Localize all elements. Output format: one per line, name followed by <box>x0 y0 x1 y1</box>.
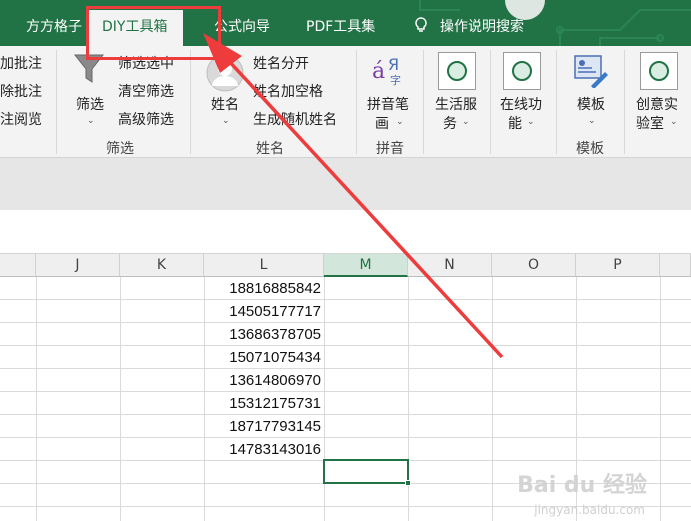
baidu-jingyan-watermark: Bai du 经验 <box>517 473 647 498</box>
watermark-url: jingyan.baidu.com <box>534 503 645 517</box>
pointer-arrow-icon <box>203 33 504 359</box>
